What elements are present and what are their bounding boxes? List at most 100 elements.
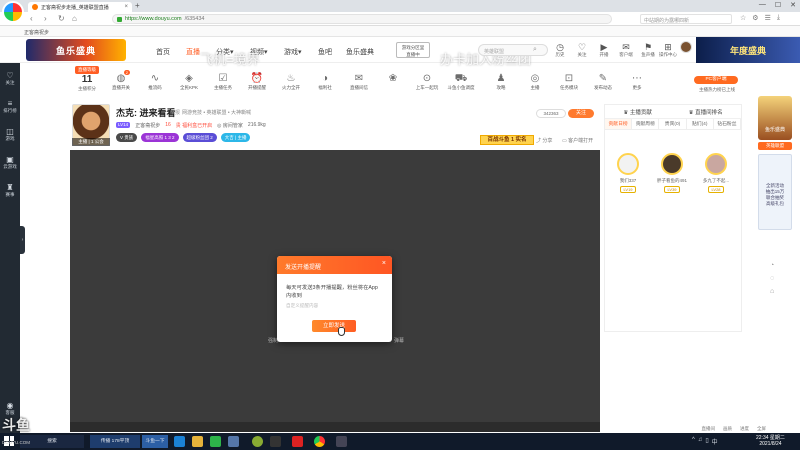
input-method-icon[interactable]: 中 [712,437,718,446]
url-input[interactable]: https://www.douyu.com/635434 [112,14,612,24]
tool-item[interactable]: ◈ 全民KPK [174,72,204,91]
tool-item[interactable]: ⛟ 斗鱼小鱼调度 [446,72,476,91]
player-control-bar[interactable] [70,422,600,432]
tool-item[interactable]: ⊡ 任务模块 [554,72,584,91]
rank-user-2[interactable]: 胖子看鱼的491 LV39 [655,153,689,193]
tool-item[interactable]: ◑ 福利社 [310,72,340,91]
maximize-button[interactable]: ☐ [775,1,781,9]
tab-fans[interactable]: 贴们(4) [687,119,714,129]
anchor-contribution-tab[interactable]: ♛ 主播贡献 [623,108,651,116]
new-tab-button[interactable]: + [135,2,140,10]
festival-banner[interactable]: 年度盛典 [696,37,800,63]
pc-client-subtitle[interactable]: 主播热力榜已上线 [694,87,740,93]
tool-item[interactable]: ⏰ 开播提醒 [242,72,272,91]
download-icon[interactable]: ⤓ [777,14,780,22]
pc-client-button[interactable]: PC客户端 [694,76,738,84]
search-icon[interactable]: ⌕ [533,46,537,54]
bookmark-item[interactable]: 正客斋祝步 [24,30,49,36]
control-center-button[interactable]: ⊞ 操作中心 [658,42,678,58]
rank-strip[interactable]: 百战斗鱼 1 实名 [480,135,534,145]
tab-vip[interactable]: 贵宾(0) [659,119,687,129]
sidebar-item-rank[interactable]: ≡ 排行榜 [0,99,20,114]
sidebar-expand-handle[interactable]: › [20,226,25,254]
history-button[interactable]: ◷ 历史 [550,42,570,58]
anchor-name[interactable]: 正客斋祝步 [135,122,160,129]
nav-live[interactable]: 直播 [186,47,200,57]
sidebar-item-follow[interactable]: ♡ 关注 [0,71,20,86]
voice-button[interactable]: ⚑ 鱼声播 [638,42,658,58]
sidebar-item-esports[interactable]: ♜ 赛事 [0,183,20,198]
follow-list-button[interactable]: ♡ 关注 [572,42,592,58]
browser-taskbar-icon[interactable] [314,436,325,447]
tray-expand-icon[interactable]: ^ [692,437,695,446]
sidebar-item-service[interactable]: ◉ 客服 [0,401,20,416]
tool-item[interactable]: ☑ 主播任务 [208,72,238,91]
circle-icon[interactable]: ◌ [770,275,774,282]
sidebar-item-game[interactable]: ◫ 游戏 [0,127,20,142]
noble-badge[interactable]: V 贵族 [116,133,138,142]
lucky-badge[interactable]: 福星高照 1 3 2 [141,133,179,142]
nav-festival[interactable]: 鱼乐盛典 [346,47,374,57]
send-now-button[interactable]: 立即发送 [312,320,356,332]
volume-icon[interactable]: ♫ [698,437,703,446]
fan-club-badge[interactable]: 超级粉丝团 2 [182,133,217,142]
custom-reminder-input[interactable]: 自定义提醒内容 [277,300,392,309]
tool-item[interactable]: ♟ 攻略 [486,72,516,91]
home-icon[interactable]: ⌂ [770,288,774,295]
welfare-badge[interactable]: 贵 福利盒已开启 [176,122,212,129]
tab-diamond[interactable]: 钻石粉丝 [714,119,742,129]
report-link[interactable]: 举报 [170,109,180,116]
tab-close-icon[interactable]: × [124,4,128,10]
anchor-badge[interactable]: 大吉 | 主播 [220,133,251,142]
pie-icon[interactable]: ◔ [770,262,774,269]
bottom-option[interactable]: 直播间 [702,426,716,432]
sidebar-item-cloud-game[interactable]: ▣ 云游戏 [0,155,20,170]
tool-item[interactable]: ♨ 火力全开 [276,72,306,91]
system-clock[interactable]: 22:34 星期二 2021/8/24 [756,435,785,447]
app-icon[interactable] [292,436,303,447]
site-logo[interactable]: 鱼乐盛典 [26,39,126,61]
nav-home[interactable]: 首页 [156,47,170,57]
tool-item[interactable]: ❀ [378,72,408,85]
bottom-option[interactable]: 全屏 [757,426,766,432]
taskbar-app-2[interactable]: 斗鱼一下 [142,435,168,448]
tool-item[interactable]: ✎ 发布动态 [588,72,618,91]
room-ranking-tab[interactable]: ♛ 直播间排名 [689,108,723,116]
back-icon[interactable]: ‹ [30,14,33,23]
follow-button[interactable]: 关注 [568,109,594,118]
browser-logo-icon[interactable] [2,1,24,23]
game-zone-badge[interactable]: 游戏分区里 直播中 [396,42,430,58]
wechat-icon[interactable] [210,436,221,447]
tool-item[interactable]: ⋯ 更多 [622,72,652,91]
gear-icon[interactable]: ⚙ [752,14,758,22]
close-window-button[interactable]: ✕ [790,1,796,9]
menu-icon[interactable]: ☰ [765,14,771,22]
folder-icon[interactable] [192,436,203,447]
app-icon[interactable] [336,436,347,447]
rank-user-1[interactable]: 我们337 LV19 [611,153,645,193]
tab-weekly[interactable]: 贡献周榜 [632,119,660,129]
tool-item[interactable]: ∿ 推流码 [140,72,170,91]
refresh-icon[interactable]: ↻ [58,14,65,23]
app-icon[interactable] [270,436,281,447]
taskbar-app-1[interactable]: 传播 178平顶 [90,435,140,448]
home-icon[interactable]: ⌂ [72,14,77,23]
room-category[interactable]: 网游竞技 • 英雄联盟 • 大神嘶喊 [182,109,251,116]
browser-search-input[interactable]: 中站期的为露哪四新 [640,14,732,24]
bottom-option[interactable]: 画质 [723,426,732,432]
message-button[interactable]: ✉ 客户端 [616,42,636,58]
side-promo-banner[interactable]: 鱼乐盛典 英雄联盟 全新活动 抽出15万 联合抽奖 高级礼包 [758,96,792,236]
user-avatar[interactable] [680,41,692,53]
tool-item[interactable]: ◍ 直播开关 2 [106,70,136,91]
open-client-button[interactable]: ▭ 客户端打开 [562,137,593,144]
tab-daily[interactable]: 贡献日榜 [605,119,633,129]
star-icon[interactable]: ☆ [740,14,746,22]
go-live-button[interactable]: ▶ 开播 [594,42,614,58]
close-icon[interactable]: × [382,260,386,267]
nav-game[interactable]: 游戏▾ [284,47,302,57]
share-button[interactable]: ⤴ 分享 [536,137,552,144]
tool-item[interactable]: ◎ 主播 [520,72,550,91]
room-manager-link[interactable]: ◎ 房间管家 [217,122,243,129]
tool-item[interactable]: ✉ 直播间信 [344,72,374,91]
bottom-option[interactable]: 进度 [740,426,749,432]
